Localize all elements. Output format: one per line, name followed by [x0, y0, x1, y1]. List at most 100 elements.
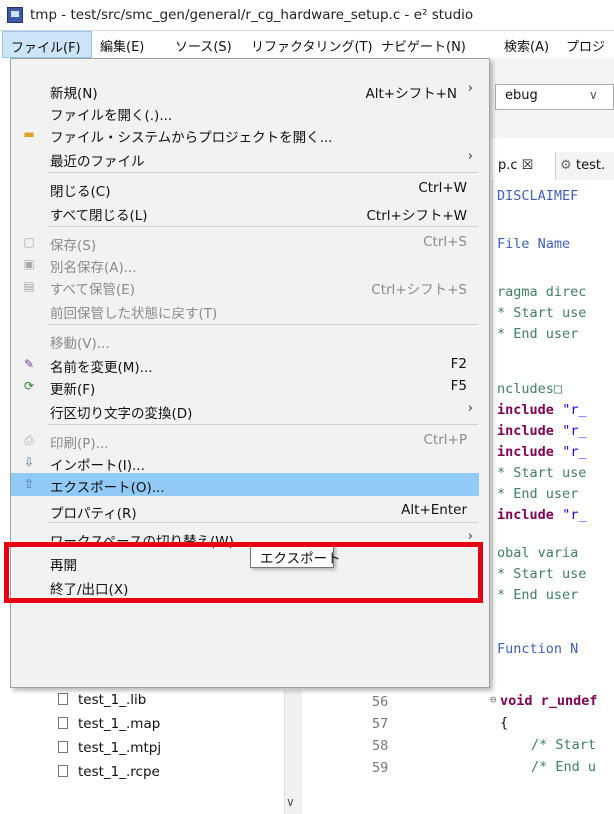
- menu-item-revert[interactable]: 前回保管した状態に戻す(T): [11, 299, 479, 322]
- combo-value: ebug: [505, 88, 538, 103]
- fold-gutter: [492, 180, 493, 680]
- menu-item-refresh[interactable]: ⟳ 更新(F) F5: [11, 375, 479, 398]
- code-line: /* Start: [531, 737, 597, 753]
- code-line: include: [497, 423, 554, 439]
- menu-item-shortcut: F5: [450, 378, 467, 394]
- code-line: * End user: [497, 587, 579, 603]
- code-line: include: [497, 402, 554, 418]
- menu-separator: [48, 424, 478, 425]
- code-line: * Start use: [497, 566, 587, 582]
- menu-item-close[interactable]: 閉じる(C) Ctrl+W: [11, 177, 479, 200]
- code-line: ncludes□: [497, 381, 563, 397]
- menu-item-rename[interactable]: ✎ 名前を変更(M)... F2: [11, 353, 479, 376]
- menu-item-open-file[interactable]: ファイルを開く(.)...: [11, 101, 479, 124]
- scroll-down-icon[interactable]: ∨: [286, 795, 295, 809]
- menu-file[interactable]: ファイル(F): [2, 31, 92, 58]
- menu-navigate[interactable]: ナビゲート(N): [381, 36, 466, 55]
- fold-icon[interactable]: ⊖: [490, 693, 497, 706]
- code-string: "r_: [562, 423, 587, 439]
- code-line: * End user: [497, 486, 579, 502]
- list-item[interactable]: test_1_.lib: [58, 692, 146, 708]
- tab-active-file[interactable]: p.c ☒: [490, 152, 556, 180]
- menu-item-recent[interactable]: 最近のファイル ›: [11, 147, 479, 170]
- line-number: 58: [372, 738, 389, 754]
- list-item[interactable]: test_1_.mtpj: [58, 740, 161, 756]
- tab-label: p.c ☒: [498, 158, 534, 173]
- code-line: void r_undef: [500, 693, 598, 709]
- code-line: * End user: [497, 326, 579, 342]
- menu-file-label: ファイル(F): [11, 41, 81, 56]
- code-line: {: [500, 715, 509, 731]
- list-item-label: test_1_.lib: [78, 692, 147, 708]
- code-line: /* End u: [531, 759, 597, 775]
- menu-source[interactable]: ソース(S): [175, 36, 232, 55]
- tab-test[interactable]: ⚙ test.: [560, 152, 614, 180]
- line-number: 56: [372, 694, 389, 710]
- menu-item-label: 移動(V)...: [50, 336, 110, 352]
- app-icon: [7, 7, 23, 23]
- code-string: "r_: [562, 444, 587, 460]
- export-icon: ⇧: [23, 477, 35, 491]
- menu-item-line-delim[interactable]: 行区切り文字の変換(D) ›: [11, 399, 479, 422]
- menu-item-save-all[interactable]: ▤ すべて保管(E) Ctrl+シフト+S: [11, 275, 479, 298]
- menu-item-label: インポート(I)...: [50, 458, 145, 474]
- menu-item-label: 最近のファイル: [50, 154, 145, 170]
- import-icon: ⇩: [23, 455, 35, 469]
- menu-item-export[interactable]: ⇧ エクスポート(O)...: [11, 473, 479, 496]
- code-line: include: [497, 444, 554, 460]
- menu-separator: [48, 172, 478, 173]
- window-title: tmp - test/src/smc_gen/general/r_cg_hard…: [30, 7, 474, 23]
- tab-label: test.: [576, 158, 606, 173]
- menu-item-label: 新規(N): [50, 86, 98, 102]
- list-item-label: test_1_.mtpj: [78, 740, 162, 756]
- menu-item-label: 行区切り文字の変換(D): [50, 406, 193, 422]
- menu-item-label: エクスポート(O)...: [50, 480, 165, 496]
- menu-item-label: プロパティ(R): [50, 506, 137, 522]
- list-item-label: test_1_.rcpe: [78, 764, 160, 780]
- menu-project[interactable]: プロジ: [566, 36, 605, 55]
- save-all-icon: ▤: [23, 279, 35, 293]
- gear-icon: ⚙: [560, 158, 572, 173]
- menu-item-print[interactable]: ⎙ 印刷(P)... Ctrl+P: [11, 429, 479, 452]
- list-item[interactable]: test_1_.rcpe: [58, 764, 160, 780]
- menu-item-close-all[interactable]: すべて閉じる(L) Ctrl+シフト+W: [11, 201, 479, 224]
- menu-item-import[interactable]: ⇩ インポート(I)...: [11, 451, 479, 474]
- list-item-label: test_1_.map: [78, 716, 161, 732]
- menu-item-shortcut: Alt+シフト+N: [365, 86, 457, 102]
- menu-item-shortcut: Ctrl+シフト+W: [366, 208, 468, 224]
- menu-item-save-as[interactable]: ▣ 別名保存(A)...: [11, 253, 479, 276]
- menu-item-label: すべて閉じる(L): [50, 208, 148, 224]
- menu-item-label: ファイルを開く(.)...: [50, 108, 173, 124]
- line-number: 59: [372, 760, 389, 776]
- refresh-icon: ⟳: [23, 379, 35, 393]
- code-line: Function N: [497, 641, 579, 657]
- chevron-right-icon: ›: [467, 149, 473, 164]
- code-string: "r_: [562, 402, 587, 418]
- code-line: DISCLAIMEF: [497, 188, 579, 204]
- menu-item-shortcut: F2: [450, 356, 467, 372]
- menu-item-shortcut: Ctrl+W: [418, 180, 467, 196]
- menu-item-shortcut: Ctrl+シフト+S: [371, 282, 467, 298]
- menu-search[interactable]: 検索(A): [504, 36, 549, 55]
- menu-refactor[interactable]: リファクタリング(T): [251, 36, 373, 55]
- menu-item-label: 別名保存(A)...: [50, 260, 137, 276]
- menu-item-open-projects[interactable]: ▬ ファイル・システムからプロジェクトを開く...: [11, 123, 479, 146]
- menu-separator: [48, 522, 478, 523]
- save-as-icon: ▣: [23, 257, 35, 271]
- menu-item-label: 前回保管した状態に戻す(T): [50, 306, 218, 322]
- save-icon: ▢: [23, 235, 35, 249]
- menu-item-save[interactable]: ▢ 保存(S) Ctrl+S: [11, 231, 479, 254]
- chevron-down-icon: ∨: [589, 88, 598, 102]
- menu-item-label: 印刷(P)...: [50, 436, 109, 452]
- menu-item-new[interactable]: 新規(N) Alt+シフト+N ›: [11, 79, 479, 102]
- menu-item-move[interactable]: 移動(V)...: [11, 329, 479, 352]
- rename-icon: ✎: [23, 357, 35, 371]
- menu-item-shortcut: Ctrl+S: [423, 234, 467, 250]
- menu-edit[interactable]: 編集(E): [100, 36, 144, 55]
- highlight-box: [4, 542, 483, 603]
- menu-separator: [48, 324, 478, 325]
- menu-item-properties[interactable]: プロパティ(R) Alt+Enter: [11, 499, 479, 522]
- list-item[interactable]: test_1_.map: [58, 716, 160, 732]
- line-number: 57: [372, 716, 389, 732]
- code-line: * Start use: [497, 305, 587, 321]
